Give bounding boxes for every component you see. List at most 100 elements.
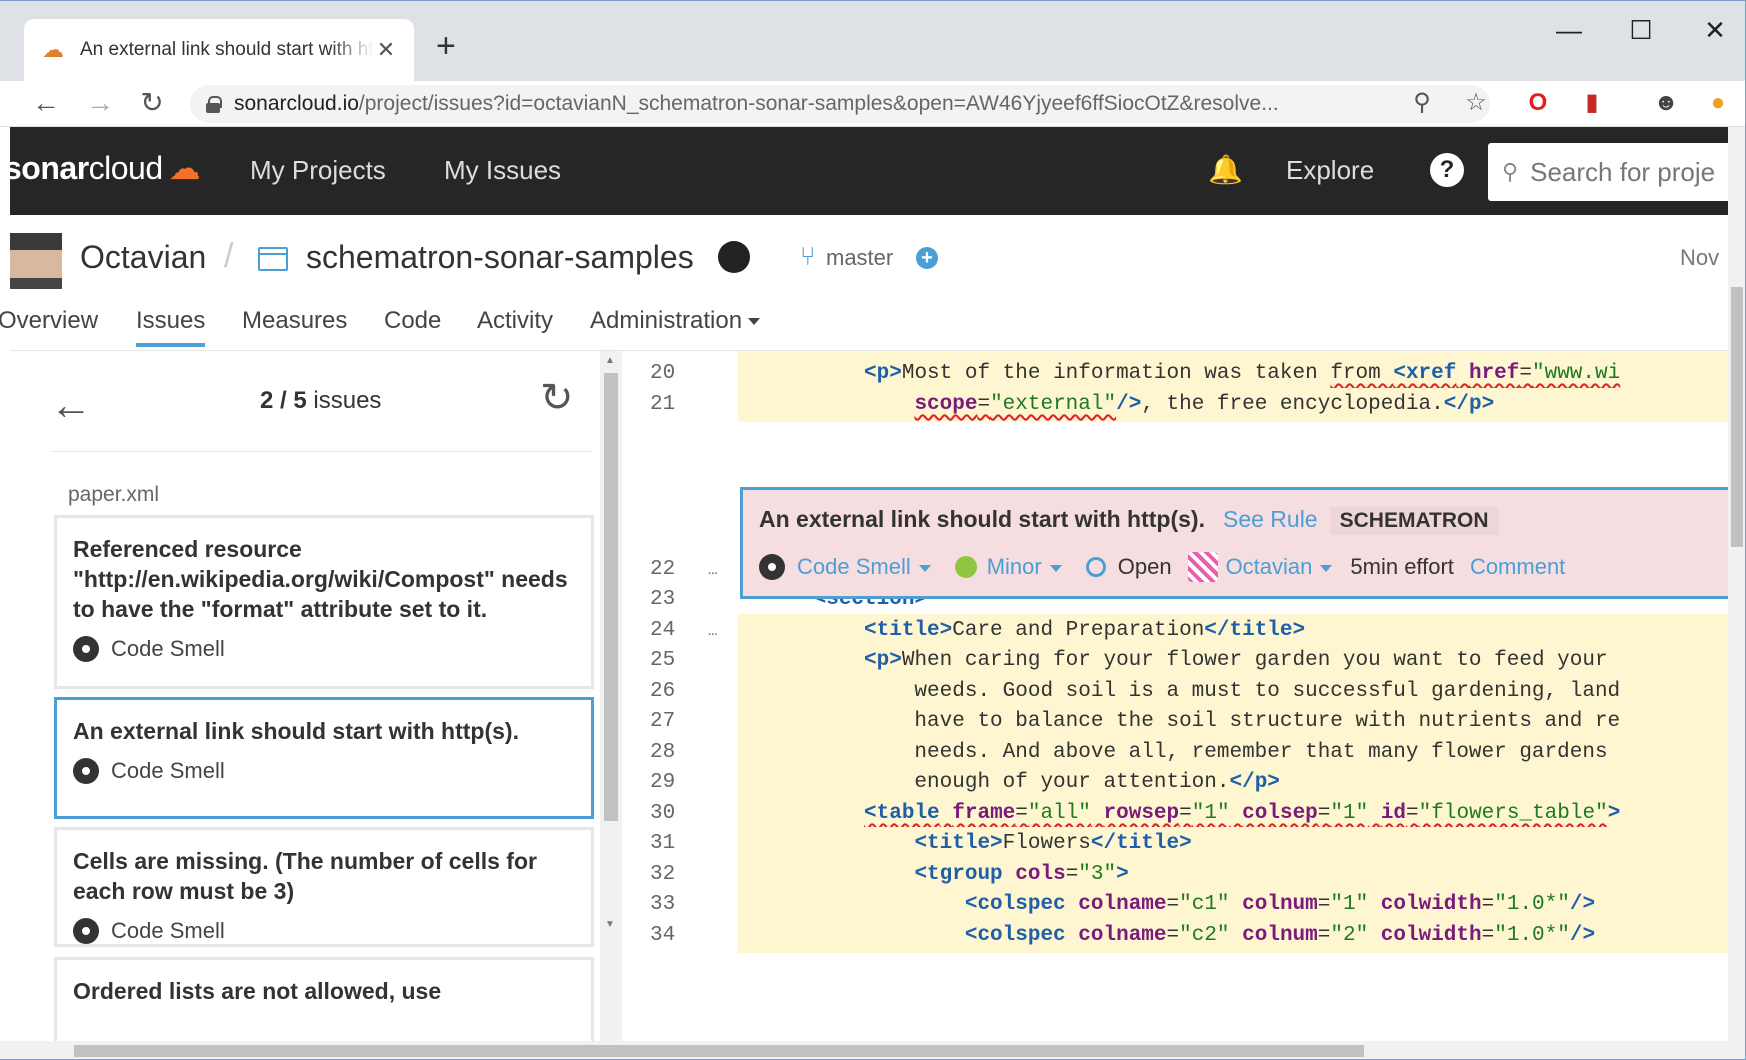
profile-avatar-icon[interactable]: ☻ <box>1650 87 1682 119</box>
project-name[interactable]: schematron-sonar-samples <box>306 239 694 276</box>
comment-link[interactable]: Comment <box>1470 554 1565 580</box>
line-number[interactable]: 26 <box>650 675 710 709</box>
search-box[interactable]: ⚲ <box>1488 143 1736 201</box>
reload-issues-icon[interactable]: ↻ <box>540 375 574 421</box>
scrollbar-thumb[interactable] <box>604 373 618 821</box>
back-icon[interactable]: ← <box>26 85 66 121</box>
update-icon[interactable]: ● <box>1702 87 1734 119</box>
scroll-down-icon[interactable]: ▼ <box>605 919 615 930</box>
issue-card[interactable]: Ordered lists are not allowed, use <box>54 957 594 1047</box>
issue-card-selected[interactable]: An external link should start with http(… <box>54 697 594 819</box>
issue-detail-box[interactable]: An external link should start with http(… <box>740 487 1728 599</box>
tab-activity[interactable]: Activity <box>477 307 553 343</box>
help-icon[interactable]: ? <box>1430 153 1464 187</box>
line-number[interactable]: 30 <box>650 797 710 831</box>
browser-window: ☁ An external link should start with htt… <box>0 0 1746 1060</box>
issue-type-label: Code Smell <box>111 636 225 661</box>
line-number[interactable]: 20 <box>650 357 710 391</box>
line-number[interactable]: 23 <box>650 583 710 617</box>
line-number[interactable]: 22 <box>650 553 710 587</box>
bell-icon[interactable]: 🔔 <box>1208 153 1243 186</box>
github-icon[interactable] <box>718 241 750 273</box>
see-rule-link[interactable]: See Rule <box>1223 506 1318 532</box>
close-tab-icon[interactable]: ✕ <box>374 37 398 63</box>
tag-chip[interactable]: SCHEMATRON <box>1329 507 1499 535</box>
code-smell-icon <box>73 918 99 944</box>
issues-list-panel: ← 2 / 5 issues ↻ paper.xml Referenced re… <box>10 351 622 1047</box>
code-line: 25 <p>When caring for your flower garden… <box>622 644 1728 678</box>
tab-issues[interactable]: Issues <box>136 307 206 347</box>
scroll-up-icon[interactable]: ▲ <box>605 355 615 366</box>
scrollbar-thumb[interactable] <box>74 1045 1364 1057</box>
sonarcloud-logo[interactable]: sonarcloud ☁ <box>4 149 201 187</box>
issue-type-dropdown[interactable]: Code Smell <box>797 554 931 580</box>
issue-type-label: Code Smell <box>111 758 225 783</box>
scm-blame-icon[interactable]: … <box>708 614 718 648</box>
minor-severity-icon <box>954 556 977 578</box>
line-number[interactable]: 27 <box>650 705 710 739</box>
analysis-date: Nov <box>1680 245 1720 270</box>
nav-my-issues[interactable]: My Issues <box>444 155 561 186</box>
line-number[interactable]: 21 <box>650 388 710 422</box>
code-line: 32 <tgroup cols="3"> <box>622 858 1728 892</box>
bookmark-star-icon[interactable]: ☆ <box>1460 87 1492 119</box>
code-smell-icon <box>759 554 785 580</box>
reload-icon[interactable]: ↻ <box>132 85 172 121</box>
minimize-icon[interactable]: — <box>1544 15 1594 46</box>
code-source: <table frame="all" rowsep="1" colsep="1"… <box>738 797 1728 831</box>
opera-extension-icon[interactable]: O <box>1522 87 1554 119</box>
close-window-icon[interactable]: ✕ <box>1690 15 1740 46</box>
horizontal-scrollbar[interactable] <box>0 1041 1745 1059</box>
assignee-dropdown[interactable]: Octavian <box>1226 554 1333 580</box>
code-source: <colspec colname="c1" colnum="1" colwidt… <box>738 888 1728 922</box>
logo-cloud: cloud <box>88 150 164 186</box>
forward-icon[interactable]: → <box>80 85 120 121</box>
back-arrow-icon[interactable]: ← <box>50 381 92 429</box>
url-input[interactable]: sonarcloud.io/project/issues?id=octavian… <box>190 85 1490 123</box>
bookmark-extension-icon[interactable]: ▮ <box>1576 87 1608 119</box>
line-number[interactable]: 29 <box>650 766 710 800</box>
tab-code[interactable]: Code <box>384 307 441 343</box>
line-number[interactable]: 31 <box>650 827 710 861</box>
line-number[interactable]: 24 <box>650 614 710 648</box>
line-number[interactable]: 25 <box>650 644 710 678</box>
line-number[interactable]: 33 <box>650 888 710 922</box>
issues-scrollbar[interactable]: ▲ ▼ <box>600 351 622 1041</box>
issue-card[interactable]: Referenced resource "http://en.wikipedia… <box>54 515 594 689</box>
code-line: 33 <colspec colname="c1" colnum="1" colw… <box>622 888 1728 922</box>
line-number[interactable]: 32 <box>650 858 710 892</box>
tab-overview[interactable]: Overview <box>0 307 98 343</box>
issue-counter: 2 / 5 issues <box>260 387 382 414</box>
issue-current: 2 <box>260 387 274 414</box>
tab-administration[interactable]: Administration <box>590 307 761 343</box>
line-number[interactable]: 34 <box>650 919 710 953</box>
chevron-down-icon <box>1049 564 1062 572</box>
nav-explore[interactable]: Explore <box>1286 155 1374 186</box>
tab-measures[interactable]: Measures <box>242 307 347 343</box>
line-number[interactable]: 28 <box>650 736 710 770</box>
project-header: Octavian / schematron-sonar-samples ⑂ ma… <box>0 215 1736 351</box>
page-scrollbar[interactable] <box>1728 127 1745 1041</box>
issue-counter-label: issues <box>313 387 382 414</box>
severity-dropdown[interactable]: Minor <box>987 554 1062 580</box>
zoom-icon[interactable]: ⚲ <box>1406 87 1438 119</box>
scrollbar-thumb[interactable] <box>1731 287 1743 547</box>
search-input[interactable] <box>1530 156 1731 188</box>
new-tab-icon[interactable]: + <box>436 29 456 63</box>
tab-administration-label: Administration <box>590 307 743 334</box>
file-name: paper.xml <box>68 483 160 506</box>
nav-my-projects[interactable]: My Projects <box>250 155 386 186</box>
browser-tab[interactable]: ☁ An external link should start with htt… <box>24 19 414 81</box>
logo-sonar: sonar <box>4 150 89 186</box>
issue-card[interactable]: Cells are missing. (The number of cells … <box>54 827 594 947</box>
status-value: Open <box>1117 554 1172 579</box>
code-line: 27 have to balance the soil structure wi… <box>622 705 1728 739</box>
org-name[interactable]: Octavian <box>80 239 206 276</box>
code-source: enough of your attention.</p> <box>738 766 1728 800</box>
assignee-avatar <box>1187 552 1218 582</box>
issue-message: An external link should start with http(… <box>73 718 519 744</box>
add-branch-icon[interactable]: + <box>916 247 938 269</box>
branch-name[interactable]: master <box>826 245 893 271</box>
maximize-icon[interactable]: ☐ <box>1616 15 1666 46</box>
scm-blame-icon[interactable]: … <box>708 553 718 587</box>
